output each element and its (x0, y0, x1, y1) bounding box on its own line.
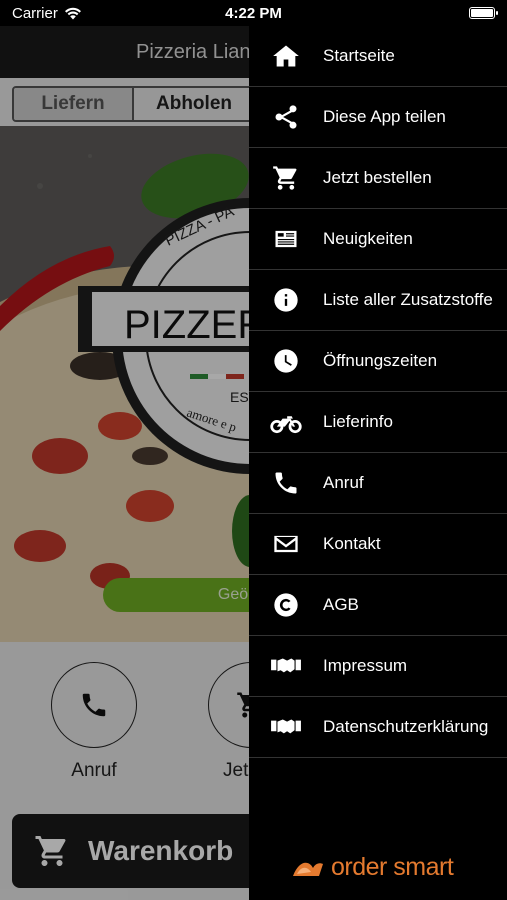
menu-item-call[interactable]: Anruf (249, 453, 507, 514)
menu-item-additives[interactable]: Liste aller Zusatzstoffe (249, 270, 507, 331)
menu-label: Kontakt (323, 534, 381, 553)
news-icon (249, 225, 323, 253)
brand-text: order smart (331, 853, 454, 881)
info-icon (249, 286, 323, 314)
menu-label: Anruf (323, 473, 364, 492)
menu-label: Öffnungszeiten (323, 351, 438, 370)
menu-label: Diese App teilen (323, 107, 446, 126)
handshake-icon (249, 713, 323, 741)
menu-label: Lieferinfo (323, 412, 393, 431)
menu-item-news[interactable]: Neuigkeiten (249, 209, 507, 270)
menu-item-contact[interactable]: Kontakt (249, 514, 507, 575)
menu-item-agb[interactable]: AGB (249, 575, 507, 636)
side-drawer: Startseite Diese App teilen Jetzt bestel… (249, 26, 507, 900)
cart-icon (249, 164, 323, 192)
order-smart-logo-icon (293, 862, 323, 876)
menu-label: Startseite (323, 46, 395, 65)
envelope-icon (249, 530, 323, 558)
menu-item-opening-hours[interactable]: Öffnungszeiten (249, 331, 507, 392)
menu-item-impressum[interactable]: Impressum (249, 636, 507, 697)
menu-item-share-app[interactable]: Diese App teilen (249, 87, 507, 148)
menu-item-privacy[interactable]: Datenschutzerklärung (249, 697, 507, 758)
battery-level-fill (471, 9, 493, 17)
motorcycle-icon (249, 408, 323, 436)
phone-icon (249, 469, 323, 497)
status-bar: Carrier 4:22 PM (0, 0, 507, 26)
clock-icon (249, 347, 323, 375)
menu-item-order-now[interactable]: Jetzt bestellen (249, 148, 507, 209)
menu-label: AGB (323, 595, 359, 614)
home-icon (249, 42, 323, 70)
menu-label: Jetzt bestellen (323, 168, 432, 187)
carrier-label: Carrier (12, 4, 58, 22)
handshake-icon (249, 652, 323, 680)
menu-label: Neuigkeiten (323, 229, 413, 248)
menu-label: Impressum (323, 656, 408, 675)
status-left: Carrier (12, 5, 82, 22)
menu-item-startseite[interactable]: Startseite (249, 26, 507, 87)
copyright-icon (249, 591, 323, 619)
share-icon (249, 103, 323, 131)
battery-icon (469, 7, 498, 19)
menu-label: Datenschutzerklärung (323, 717, 489, 736)
menu-label: Liste aller Zusatzstoffe (323, 290, 493, 309)
order-smart-brand: order smart (291, 853, 454, 882)
menu-item-delivery-info[interactable]: Lieferinfo (249, 392, 507, 453)
wifi-icon (64, 7, 81, 19)
